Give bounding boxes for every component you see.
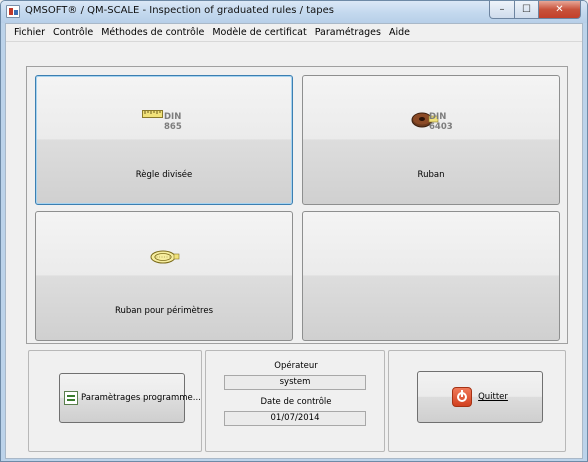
settings-list-icon — [64, 391, 78, 405]
menu-bar: Fichier Contrôle Méthodes de contrôle Mo… — [6, 24, 582, 42]
program-settings-label: Paramètrages programme... — [81, 393, 201, 403]
menu-parametrages[interactable]: Paramétrages — [311, 27, 385, 38]
quit-label: Quitter — [478, 392, 508, 402]
date-label: Date de contrôle — [260, 397, 332, 407]
menu-fichier[interactable]: Fichier — [10, 27, 49, 38]
window-controls: – ☐ ✕ — [489, 1, 581, 19]
operator-label: Opérateur — [274, 361, 318, 371]
tile-ruban-perimetres[interactable]: Ruban pour périmètres — [35, 211, 293, 341]
menu-modele-certificat[interactable]: Modèle de certificat — [208, 27, 310, 38]
ruler-icon — [142, 110, 163, 118]
menu-controle[interactable]: Contrôle — [49, 27, 97, 38]
tile-label: Règle divisée — [135, 170, 193, 180]
operator-field: system — [224, 375, 366, 390]
client-area: Fichier Contrôle Méthodes de contrôle Mo… — [5, 23, 583, 459]
menu-methodes[interactable]: Méthodes de contrôle — [97, 27, 208, 38]
din-standard-label: DIN 6403 — [429, 112, 453, 132]
menu-aide[interactable]: Aide — [385, 27, 414, 38]
power-icon — [452, 387, 473, 407]
inspection-type-panel: DIN 865 Règle divisée DIN 6403 Ruban Rub… — [26, 66, 568, 344]
tile-ruban[interactable]: DIN 6403 Ruban — [302, 75, 560, 205]
maximize-button[interactable]: ☐ — [515, 1, 539, 19]
tile-regle-divisee[interactable]: DIN 865 Règle divisée — [35, 75, 293, 205]
session-info-group: Opérateur system Date de contrôle 01/07/… — [205, 350, 385, 452]
window-title: QMSOFT® / QM-SCALE - Inspection of gradu… — [25, 5, 334, 16]
quit-group: Quitter — [388, 350, 566, 452]
tile-label: Ruban pour périmètres — [114, 306, 214, 316]
title-bar[interactable]: QMSOFT® / QM-SCALE - Inspection of gradu… — [1, 1, 587, 23]
tile-label: Ruban — [417, 170, 445, 180]
date-field: 01/07/2014 — [224, 411, 366, 426]
circumference-tape-icon — [150, 250, 180, 264]
din-standard-label: DIN 865 — [164, 112, 182, 132]
bottom-toolbar: Paramètrages programme... Opérateur syst… — [24, 344, 570, 456]
app-icon[interactable] — [6, 5, 20, 18]
app-window: QMSOFT® / QM-SCALE - Inspection of gradu… — [0, 0, 588, 462]
minimize-button[interactable]: – — [489, 1, 515, 19]
quit-button[interactable]: Quitter — [417, 371, 543, 423]
program-settings-button[interactable]: Paramètrages programme... — [59, 373, 201, 423]
settings-group: Paramètrages programme... — [28, 350, 202, 452]
close-button[interactable]: ✕ — [539, 1, 581, 19]
tile-empty[interactable] — [302, 211, 560, 341]
